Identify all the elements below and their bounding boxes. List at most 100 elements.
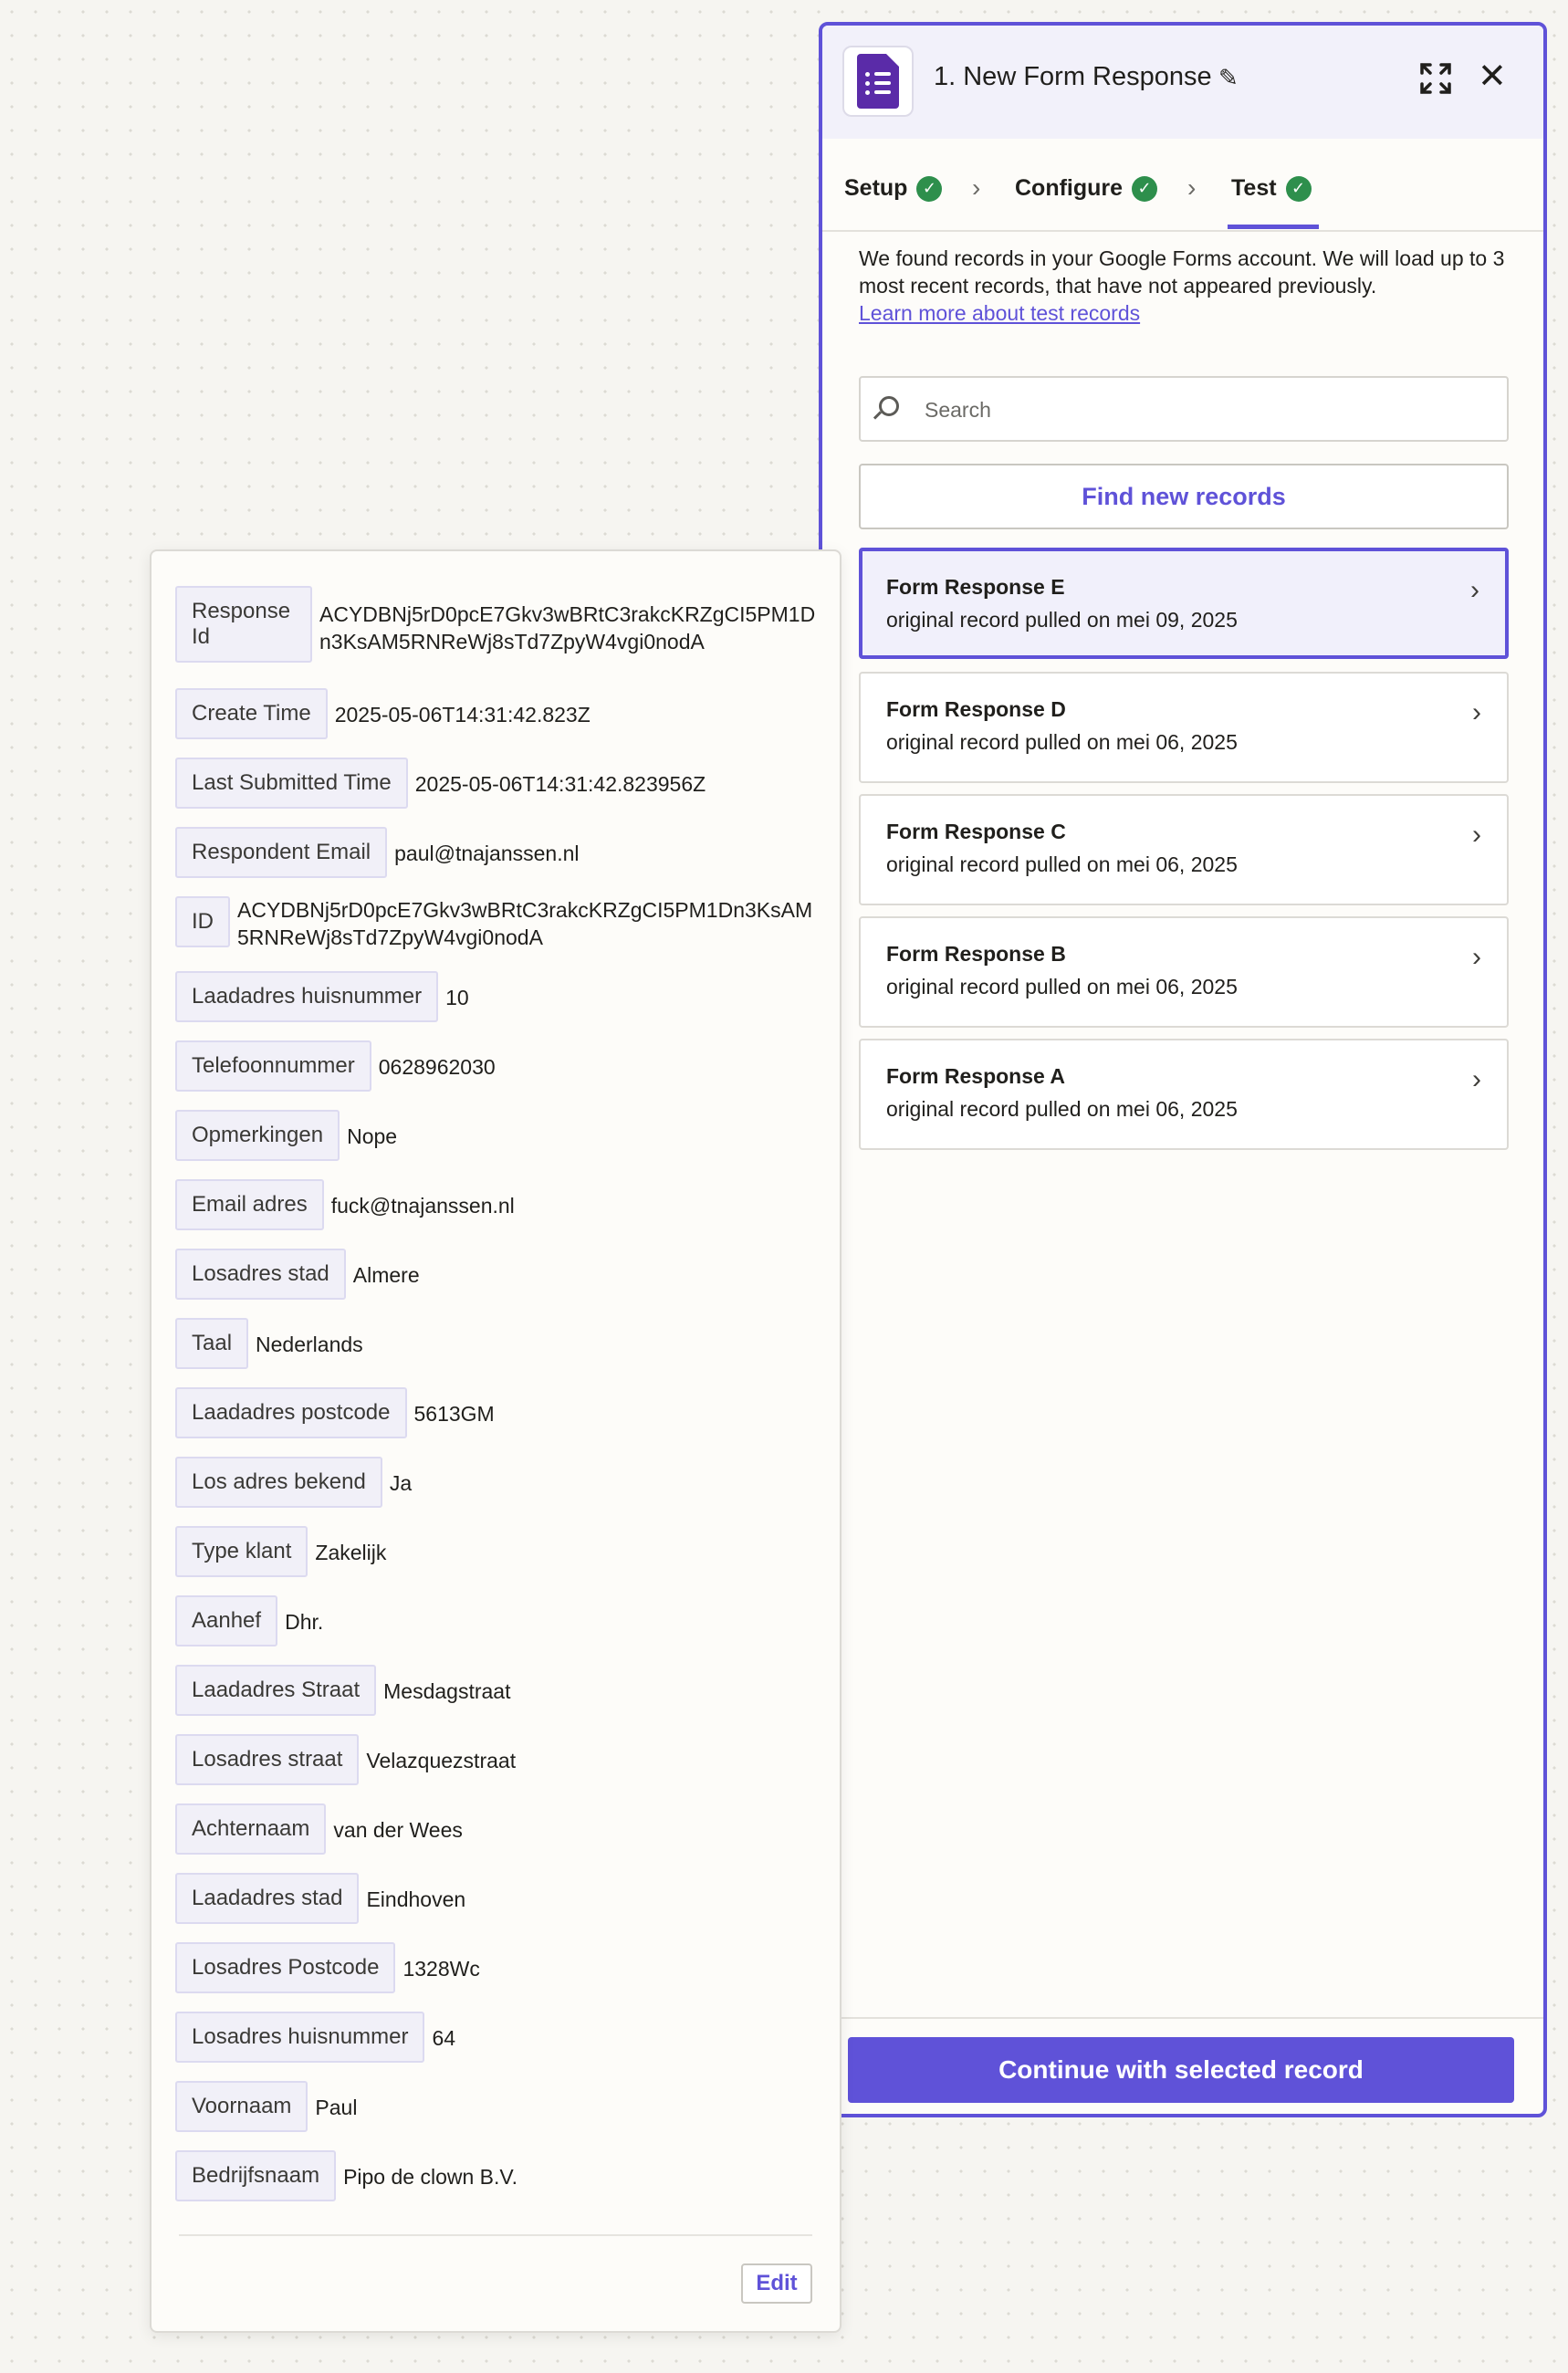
field-label: Last Submitted Time — [175, 758, 408, 809]
record-subtitle: original record pulled on mei 06, 2025 — [886, 975, 1238, 998]
chevron-right-icon: › — [1472, 697, 1481, 727]
field-value: Almere — [352, 1263, 420, 1287]
field-label: Laadadres postcode — [175, 1387, 407, 1438]
field-losadres-postcode: Losadres Postcode 1328Wc — [175, 1942, 480, 1993]
record-title: Form Response E — [886, 575, 1065, 599]
step-tabs: Setup ✓ › Configure ✓ › Test ✓ — [822, 139, 1543, 232]
chevron-right-icon: › — [1472, 942, 1481, 972]
tab-configure[interactable]: Configure ✓ — [1015, 175, 1158, 202]
record-subtitle: original record pulled on mei 06, 2025 — [886, 852, 1238, 876]
field-value: Nope — [347, 1124, 398, 1148]
field-opmerkingen: Opmerkingen Nope — [175, 1110, 397, 1161]
record-title: Form Response A — [886, 1064, 1065, 1088]
check-circle-icon: ✓ — [1132, 175, 1158, 202]
field-value: Eindhoven — [366, 1887, 466, 1911]
google-forms-icon — [842, 46, 914, 117]
field-voornaam: Voornaam Paul — [175, 2081, 357, 2132]
field-value: 10 — [445, 986, 469, 1009]
edit-button[interactable]: Edit — [741, 2263, 812, 2304]
search-input[interactable] — [923, 391, 1492, 429]
field-id: ID ACYDBNj5rD0pcE7Gkv3wBRtC3rakcKRZgCI5P… — [175, 896, 821, 951]
record-item-a[interactable]: Form Response A original record pulled o… — [859, 1039, 1509, 1150]
field-value: van der Wees — [333, 1818, 463, 1842]
tab-label: Setup — [844, 175, 908, 201]
field-email-adres: Email adres fuck@tnajanssen.nl — [175, 1179, 515, 1230]
field-label: Laadadres Straat — [175, 1665, 377, 1716]
chevron-right-icon: › — [1472, 820, 1481, 850]
chevron-right-icon: › — [1187, 173, 1197, 202]
field-label: Telefoonnummer — [175, 1040, 371, 1092]
field-label: Voornaam — [175, 2081, 308, 2132]
field-label: Opmerkingen — [175, 1110, 340, 1161]
field-value: 0628962030 — [378, 1055, 496, 1079]
field-losadres-huisnummer: Losadres huisnummer 64 — [175, 2012, 455, 2063]
field-response-id: Response Id ACYDBNj5rD0pcE7Gkv3wBRtC3rak… — [175, 586, 821, 663]
close-icon[interactable]: ✕ — [1478, 58, 1507, 95]
field-laadadres-stad: Laadadres stad Eindhoven — [175, 1873, 465, 1924]
field-label: Respondent Email — [175, 827, 388, 878]
field-taal: Taal Nederlands — [175, 1318, 363, 1369]
chevron-right-icon: › — [1472, 1064, 1481, 1094]
field-value: fuck@tnajanssen.nl — [330, 1194, 515, 1218]
field-laadadres-huisnummer: Laadadres huisnummer 10 — [175, 971, 469, 1022]
chevron-right-icon: › — [972, 173, 981, 202]
intro-text: We found records in your Google Forms ac… — [859, 246, 1505, 298]
panel-header: 1. New Form Response ✎ ✕ — [822, 26, 1543, 139]
record-title: Form Response D — [886, 697, 1066, 721]
field-label: Losadres straat — [175, 1734, 360, 1785]
field-value: paul@tnajanssen.nl — [394, 842, 580, 865]
tab-setup[interactable]: Setup ✓ — [844, 175, 943, 202]
chevron-right-icon: › — [1470, 575, 1479, 605]
record-item-c[interactable]: Form Response C original record pulled o… — [859, 794, 1509, 905]
field-bedrijfsnaam: Bedrijfsnaam Pipo de clown B.V. — [175, 2150, 517, 2201]
find-new-records-button[interactable]: Find new records — [859, 464, 1509, 529]
pencil-icon[interactable]: ✎ — [1218, 64, 1239, 92]
record-title: Form Response C — [886, 820, 1066, 843]
record-item-d[interactable]: Form Response D original record pulled o… — [859, 672, 1509, 783]
field-label: Bedrijfsnaam — [175, 2150, 337, 2201]
step-panel: 1. New Form Response ✎ ✕ Setup ✓ › Confi… — [819, 22, 1547, 2117]
field-value: 2025-05-06T14:31:42.823956Z — [414, 772, 706, 796]
field-value: Zakelijk — [315, 1541, 387, 1564]
record-subtitle: original record pulled on mei 06, 2025 — [886, 730, 1238, 754]
field-laadadres-straat: Laadadres Straat Mesdagstraat — [175, 1665, 510, 1716]
field-last-submitted-time: Last Submitted Time 2025-05-06T14:31:42.… — [175, 758, 706, 809]
intro-text-block: We found records in your Google Forms ac… — [859, 245, 1516, 327]
record-item-b[interactable]: Form Response B original record pulled o… — [859, 916, 1509, 1028]
field-label: Achternaam — [175, 1803, 327, 1855]
field-losadres-stad: Losadres stad Almere — [175, 1249, 420, 1300]
field-value: ACYDBNj5rD0pcE7Gkv3wBRtC3rakcKRZgCI5PM1D… — [319, 602, 816, 653]
field-los-adres-bekend: Los adres bekend Ja — [175, 1457, 412, 1508]
tab-label: Configure — [1015, 175, 1124, 201]
field-value: Pipo de clown B.V. — [343, 2165, 518, 2189]
field-value: Velazquezstraat — [366, 1749, 517, 1772]
record-item-e[interactable]: Form Response E original record pulled o… — [859, 548, 1509, 659]
field-value: 64 — [432, 2026, 456, 2050]
field-achternaam: Achternaam van der Wees — [175, 1803, 463, 1855]
field-value: Nederlands — [256, 1333, 363, 1356]
continue-button[interactable]: Continue with selected record — [848, 2037, 1514, 2103]
field-value: Dhr. — [285, 1610, 324, 1634]
field-laadadres-postcode: Laadadres postcode 5613GM — [175, 1387, 495, 1438]
field-value: Ja — [389, 1471, 413, 1495]
tab-label: Test — [1231, 175, 1277, 201]
field-value: ACYDBNj5rD0pcE7Gkv3wBRtC3rakcKRZgCI5PM1D… — [237, 898, 813, 949]
popover-divider — [179, 2234, 812, 2236]
field-respondent-email: Respondent Email paul@tnajanssen.nl — [175, 827, 580, 878]
active-tab-indicator — [1228, 225, 1319, 229]
record-title: Form Response B — [886, 942, 1066, 966]
tab-test[interactable]: Test ✓ — [1231, 175, 1312, 202]
field-value: Paul — [315, 2096, 358, 2119]
field-label: Losadres stad — [175, 1249, 346, 1300]
record-subtitle: original record pulled on mei 06, 2025 — [886, 1097, 1238, 1121]
record-subtitle: original record pulled on mei 09, 2025 — [886, 608, 1238, 632]
field-label: Losadres huisnummer — [175, 2012, 425, 2063]
field-value: Mesdagstraat — [383, 1679, 511, 1703]
expand-icon[interactable] — [1417, 60, 1454, 97]
learn-more-link[interactable]: Learn more about test records — [859, 301, 1140, 325]
field-aanhef: Aanhef Dhr. — [175, 1595, 323, 1646]
panel-title[interactable]: 1. New Form Response — [934, 62, 1212, 92]
field-label: Losadres Postcode — [175, 1942, 396, 1993]
field-value: 5613GM — [413, 1402, 495, 1426]
field-label: Email adres — [175, 1179, 324, 1230]
